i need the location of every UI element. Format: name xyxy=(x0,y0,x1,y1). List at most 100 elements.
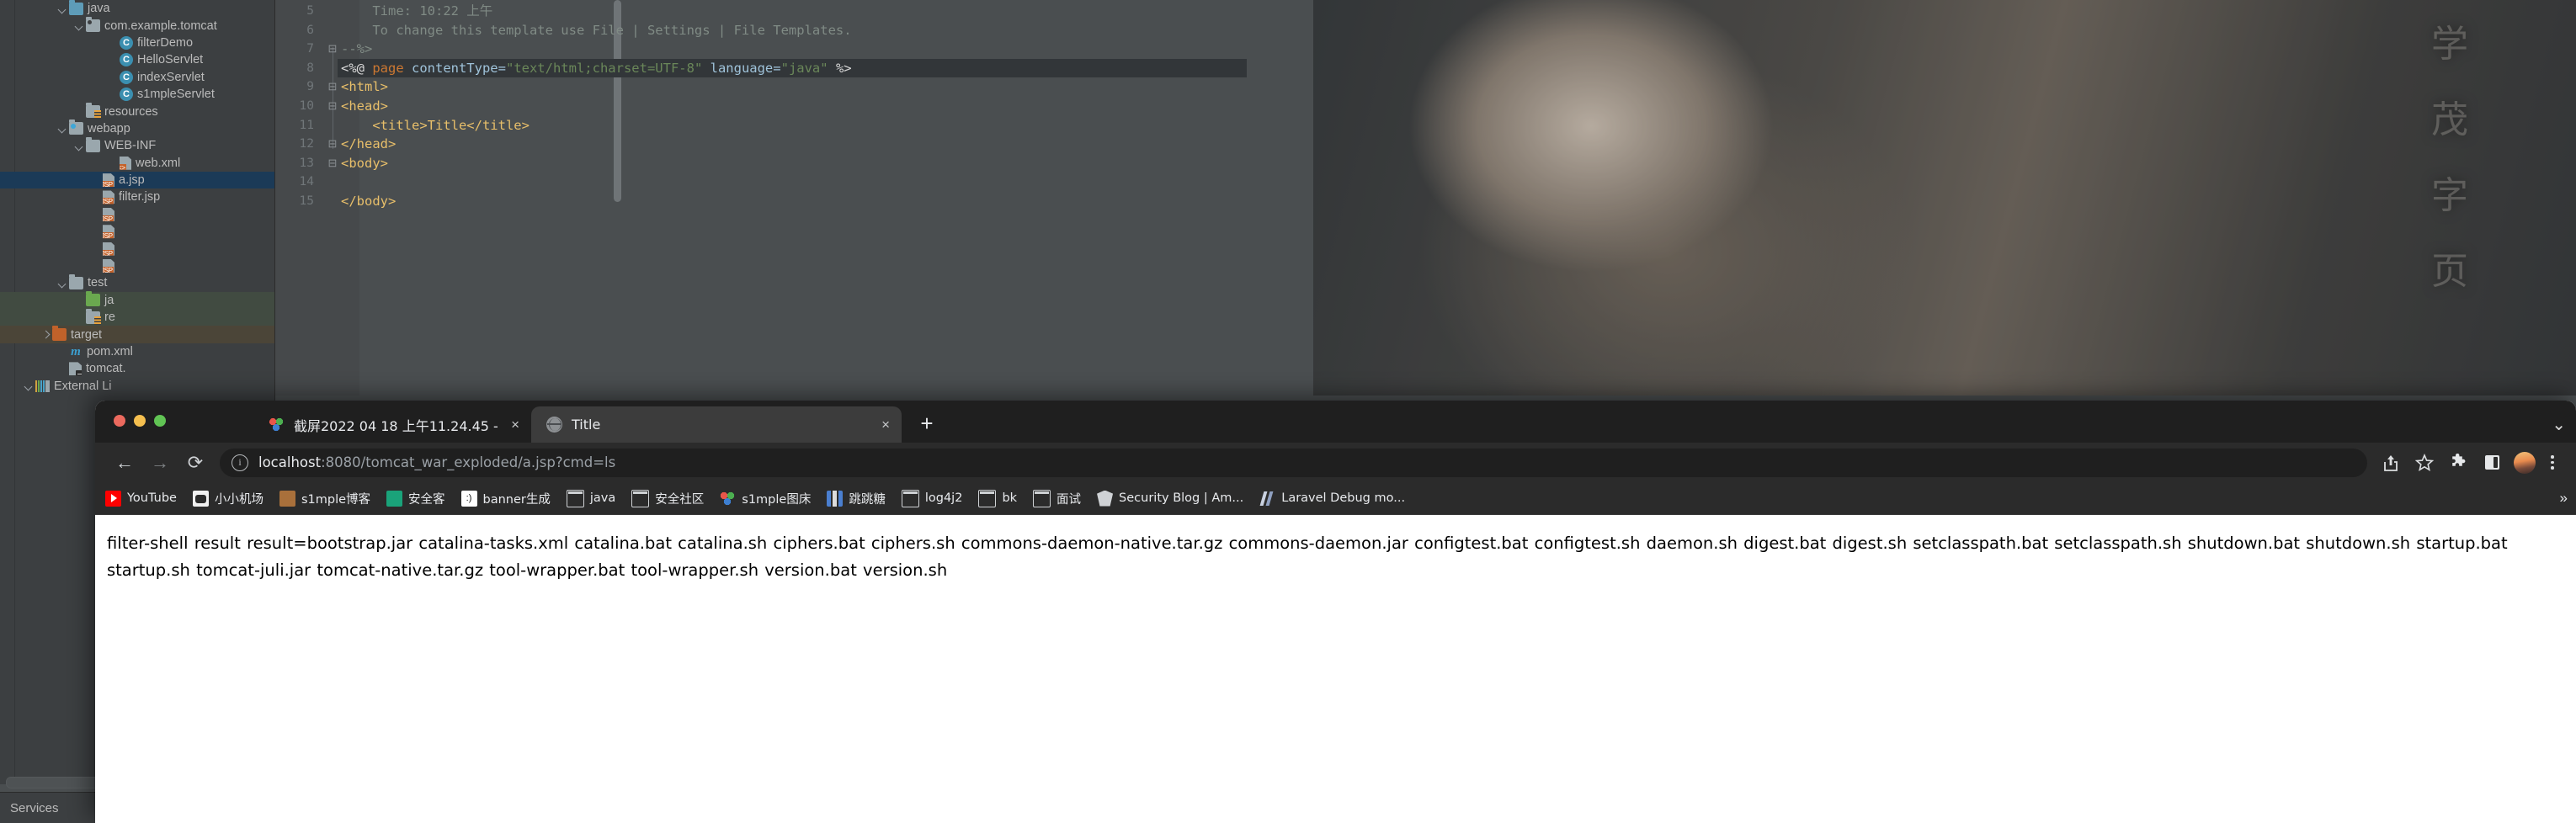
chevron-down-icon[interactable] xyxy=(74,141,85,151)
bookmark-item[interactable]: Laravel Debug mo... xyxy=(1259,491,1405,507)
minimize-window-button[interactable] xyxy=(134,415,146,427)
bookmark-item[interactable]: bk xyxy=(978,489,1017,507)
back-button[interactable]: ← xyxy=(107,445,142,481)
tree-row[interactable]: re xyxy=(0,308,274,327)
bookmark-item[interactable]: 跳跳糖 xyxy=(827,490,886,507)
panel-icon[interactable] xyxy=(2475,446,2509,480)
bookmark-item[interactable]: 小小机场 xyxy=(192,490,263,507)
target-folder-icon xyxy=(52,326,67,342)
bookmark-item[interactable]: 安全客 xyxy=(386,490,445,507)
bookmark-item[interactable]: 安全社区 xyxy=(631,489,704,507)
puzzle-icon[interactable] xyxy=(2441,446,2475,480)
code-fold-toggle[interactable]: ⊟ xyxy=(327,135,338,154)
reload-button[interactable]: ⟳ xyxy=(178,445,213,481)
bookmark-item[interactable]: YouTube xyxy=(105,490,177,507)
close-tab-button[interactable]: × xyxy=(881,417,890,432)
code-token: page xyxy=(372,60,404,76)
tree-row[interactable]: com.example.tomcat xyxy=(0,17,274,34)
tree-row[interactable]: External Li xyxy=(0,378,274,395)
code-token: "java" xyxy=(780,60,828,76)
tree-row[interactable]: resources xyxy=(0,103,274,119)
code-line[interactable]: <head> xyxy=(341,97,388,116)
tree-row[interactable]: JSP filter.jsp xyxy=(0,188,274,205)
tree-row[interactable]: JSP a.jsp xyxy=(0,171,274,189)
tree-row[interactable]: CfilterDemo xyxy=(0,35,274,51)
jsp-file-icon: JSP xyxy=(103,225,114,239)
tree-row[interactable]: webapp xyxy=(0,119,274,137)
code-line[interactable]: <%@ page contentType="text/html;charset=… xyxy=(341,59,852,78)
tree-row[interactable]: JSP xyxy=(0,240,274,257)
tree-row[interactable]: JSP xyxy=(0,206,274,223)
close-window-button[interactable] xyxy=(114,415,125,427)
tree-row[interactable]: Cs1mpleServlet xyxy=(0,86,274,103)
code-line[interactable]: </body> xyxy=(341,192,396,211)
code-line[interactable]: <title>Title</title> xyxy=(341,116,530,135)
bookmark-item[interactable]: 面试 xyxy=(1033,489,1081,507)
chevron-down-icon[interactable]: ⌄ xyxy=(2552,414,2566,435)
code-fold-toggle[interactable]: ⊟ xyxy=(327,154,338,173)
code-fold-toggle[interactable]: ⊟ xyxy=(327,77,338,97)
tree-row[interactable]: CindexServlet xyxy=(0,69,274,86)
bookmark-item[interactable]: s1mple图床 xyxy=(720,490,811,507)
chevron-down-icon[interactable] xyxy=(24,380,35,391)
tree-row-label: s1mpleServlet xyxy=(137,88,215,102)
url-path: :8080/tomcat_war_exploded/a.jsp?cmd=ls xyxy=(321,454,616,470)
code-line[interactable]: </head> xyxy=(341,135,396,154)
bookmark-items: YouTube 小小机场 s1mple博客 安全客 :) banner生成 java 安全社区… xyxy=(105,489,1421,507)
test-folder-icon xyxy=(86,291,100,307)
url-host: localhost xyxy=(258,454,322,470)
tree-row[interactable]: WEB-INF xyxy=(0,136,274,154)
tree-row[interactable]: target xyxy=(0,326,274,343)
code-line[interactable]: Time: 10:22 上午 xyxy=(341,2,492,21)
browser-tab[interactable]: 截屏2022 04 18 上午11.24.45 - × xyxy=(253,406,531,443)
maximize-window-button[interactable] xyxy=(154,415,166,427)
close-tab-button[interactable]: × xyxy=(511,417,519,432)
bookmark-star-icon[interactable] xyxy=(2408,446,2441,480)
tree-row[interactable]: test xyxy=(0,273,274,291)
bookmark-item[interactable]: log4j2 xyxy=(901,489,962,507)
tree-row-label: pom.xml xyxy=(87,345,133,358)
chevron-down-icon[interactable] xyxy=(74,20,85,31)
bookmark-item[interactable]: s1mple博客 xyxy=(279,490,370,507)
bookmark-item[interactable]: java xyxy=(566,489,615,507)
code-line[interactable]: --%> xyxy=(341,40,372,59)
bookmark-item[interactable]: Security Blog | Am... xyxy=(1097,490,1243,507)
chevron-down-icon[interactable] xyxy=(57,278,68,289)
site-info-icon[interactable]: i xyxy=(232,454,248,471)
window-traffic-lights[interactable] xyxy=(114,415,166,427)
tree-row[interactable]: C HelloServlet xyxy=(0,51,274,68)
line-number: 7 xyxy=(306,42,314,56)
tree-row[interactable]: <> web.xml xyxy=(0,155,274,172)
new-tab-button[interactable]: + xyxy=(915,412,939,434)
tree-row[interactable]: tomcat. xyxy=(0,360,274,377)
forward-button[interactable]: → xyxy=(142,445,178,481)
bookmark-favicon-icon xyxy=(386,490,403,507)
chevron-down-icon[interactable] xyxy=(57,123,68,134)
browser-tab[interactable]: Title × xyxy=(531,406,902,443)
tree-row[interactable]: ja xyxy=(0,291,274,310)
tree-row[interactable]: java xyxy=(0,0,274,17)
code-fold-toggle[interactable]: ⊟ xyxy=(327,40,338,59)
chevron-right-icon[interactable] xyxy=(40,329,51,340)
bookmarks-overflow-button[interactable]: » xyxy=(2560,490,2568,507)
tree-row[interactable]: JSP xyxy=(0,258,274,274)
code-line[interactable]: To change this template use File | Setti… xyxy=(341,21,851,40)
jsp-file-icon: JSP xyxy=(103,207,114,221)
maven-icon: m xyxy=(71,344,81,358)
kebab-menu-icon[interactable] xyxy=(2541,455,2564,470)
code-fold-toggle[interactable]: ⊟ xyxy=(327,97,338,116)
code-line[interactable]: <html> xyxy=(341,77,388,97)
code-line[interactable]: <body> xyxy=(341,154,388,173)
tree-row[interactable]: JSP xyxy=(0,223,274,240)
share-icon[interactable] xyxy=(2374,446,2408,480)
bookmark-favicon-icon xyxy=(1097,490,1114,507)
code-token: <%@ xyxy=(341,60,373,76)
code-editor[interactable]: 5 Time: 10:22 上午 6 To change this templat… xyxy=(275,0,2576,396)
avatar[interactable] xyxy=(2514,451,2536,474)
address-bar[interactable]: i localhost:8080/tomcat_war_exploded/a.j… xyxy=(220,448,2367,477)
bookmark-item[interactable]: :) banner生成 xyxy=(460,490,551,507)
chevron-down-icon[interactable] xyxy=(57,3,68,14)
tree-row[interactable]: m pom.xml xyxy=(0,343,274,360)
